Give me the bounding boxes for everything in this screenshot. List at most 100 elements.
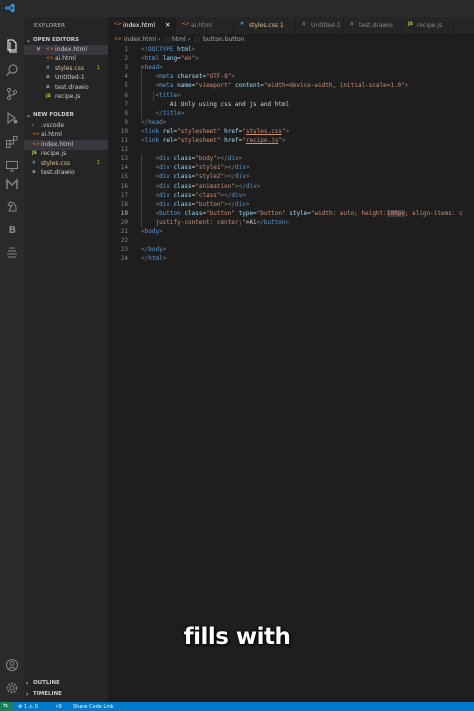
code-line: <div class="style2"></div> [155, 173, 250, 181]
run-debug-icon[interactable] [5, 111, 19, 125]
source-control-icon[interactable] [5, 87, 19, 101]
file-name: recipe.js [41, 150, 67, 158]
code-line: <button class="button" type="button" sty… [155, 209, 463, 217]
open-editors-section-header[interactable]: ⌄ OPEN EDITORS [24, 35, 108, 45]
remote-explorer-icon[interactable] [5, 159, 19, 173]
close-icon[interactable]: ✕ [36, 46, 41, 53]
line-number: 9 [124, 118, 128, 126]
line-number: 19 [120, 209, 128, 217]
file-type-icon: JS [32, 151, 37, 157]
file-type-icon: <> [32, 132, 40, 138]
breadcrumb-html[interactable]: html [172, 36, 186, 43]
code-line: <div class="style1"></div> [155, 164, 250, 172]
breadcrumb-separator: › [188, 36, 191, 43]
file-type-icon: › [32, 123, 34, 128]
line-number: 10 [120, 127, 128, 135]
share-code-link[interactable]: Share Code Link [73, 704, 114, 710]
file-type-icon: JS [408, 22, 413, 27]
line-number: 22 [120, 237, 128, 245]
tab-label: index.html [123, 22, 155, 29]
file-name: test.drawio [55, 83, 89, 91]
line-number: 24 [120, 255, 128, 263]
tab-Untitled-1[interactable]: ≡ Untitled-1 [296, 17, 344, 34]
code-line: <div class="animation"></div> [155, 182, 261, 190]
line-number: 6 [124, 91, 128, 99]
html-file-icon: <> [114, 37, 122, 42]
close-icon[interactable]: ✕ [165, 21, 170, 29]
file-name: recipe.js [55, 93, 81, 100]
b-extension-icon[interactable]: B [5, 222, 19, 236]
element-icon: ⬚ [165, 36, 170, 43]
file-type-icon: ≡ [46, 84, 50, 90]
activity-bar: B [0, 17, 24, 702]
breadcrumb-file[interactable]: index.html [124, 36, 156, 43]
code-editor[interactable]: 1 <!DOCTYPE html> 2 <html lang="en"> 3 <head>… [108, 45, 474, 702]
tab-ai-html[interactable]: <> ai.html [176, 17, 234, 34]
code-line: <body> [141, 228, 163, 235]
tab-test-drawio[interactable]: ≡ test.drawio [344, 17, 402, 34]
file-type-icon: # [240, 22, 244, 27]
explorer-sidebar: EXPLORER ⌄ OPEN EDITORS ✕ <> index.html <> a… [24, 17, 108, 702]
account-icon[interactable] [5, 658, 19, 672]
problem-count-badge: 1 [96, 159, 101, 166]
search-icon[interactable] [5, 63, 19, 77]
file-name: .vscode [41, 122, 65, 129]
files-icon[interactable] [5, 39, 19, 53]
code-line: <meta charset="UTF-8"> [155, 73, 235, 81]
status-bar: ⇆ ⊗ 1 ⚠ 0 ⚡0 Share Code Link [0, 702, 474, 711]
file-type-icon: ≡ [46, 75, 50, 81]
vscode-logo-icon [5, 3, 15, 13]
title-bar [0, 0, 474, 17]
code-line: <div class="button"></div> [155, 200, 250, 208]
file-type-icon: ≡ [302, 22, 306, 27]
line-number: 23 [120, 246, 128, 254]
file-name: ai.html [41, 131, 62, 139]
file-type-icon: <> [182, 22, 190, 27]
remote-icon: ⇆ [3, 703, 8, 709]
file-type-icon: ≡ [350, 22, 354, 27]
code-line: </body> [141, 246, 167, 254]
code-line: </title> [155, 109, 185, 117]
file-type-icon: <> [32, 141, 40, 147]
file-item[interactable]: ≡ test.drawio [24, 168, 108, 178]
code-line: <head> [141, 64, 163, 72]
outline-section-header[interactable]: › OUTLINE [24, 678, 108, 688]
settings-gear-icon[interactable] [5, 681, 19, 695]
file-type-icon: # [32, 160, 36, 166]
line-number: 11 [120, 137, 128, 144]
tab-index-html[interactable]: <> index.html ✕ [108, 17, 176, 34]
problem-count-badge: 1 [96, 64, 101, 71]
tab-styles-css[interactable]: # styles.css 1 [234, 17, 296, 34]
file-name: styles.css [41, 159, 70, 167]
remote-indicator[interactable]: ⇆ [0, 702, 14, 711]
problems-indicator[interactable]: ⊗ 1 ⚠ 0 [18, 704, 38, 710]
file-type-icon: ≡ [32, 170, 36, 175]
live-share-icon[interactable] [5, 245, 19, 259]
line-number: 18 [120, 200, 128, 208]
breadcrumb-button[interactable]: button.button [203, 36, 245, 43]
line-number: 7 [124, 100, 128, 108]
file-type-icon: JS [46, 94, 51, 99]
chess-knight-icon[interactable] [5, 199, 19, 213]
svg-text:B: B [9, 225, 17, 236]
line-number: 12 [120, 146, 128, 154]
element-icon: ⬚ [195, 36, 200, 43]
timeline-section-header[interactable]: › TIMELINE [24, 689, 108, 699]
ports-indicator[interactable]: ⚡0 [55, 704, 62, 710]
line-number: 16 [120, 182, 128, 190]
folder-section-header[interactable]: ⌄ NEW FOLDER [24, 110, 108, 120]
code-line: justify-content: center;">Ai</button> [155, 218, 290, 226]
line-number: 21 [120, 228, 128, 235]
line-number: 5 [124, 82, 128, 90]
m-extension-icon[interactable] [5, 177, 19, 191]
file-item[interactable]: JS recipe.js [24, 92, 108, 102]
editor-tab-bar: <> index.html ✕ <> ai.html # styles.css 1 ≡ Unti… [108, 17, 474, 34]
code-line: <link rel="stylesheet" href="recipe.js"> [141, 137, 286, 144]
code-line: </head> [141, 118, 167, 126]
line-number: 17 [120, 191, 128, 199]
file-type-icon: <> [114, 22, 122, 27]
tab-label: test.drawio [359, 22, 393, 29]
file-name: index.html [55, 46, 87, 53]
extensions-icon[interactable] [5, 135, 19, 149]
tab-recipe-js[interactable]: JS recipe.js [402, 17, 454, 34]
